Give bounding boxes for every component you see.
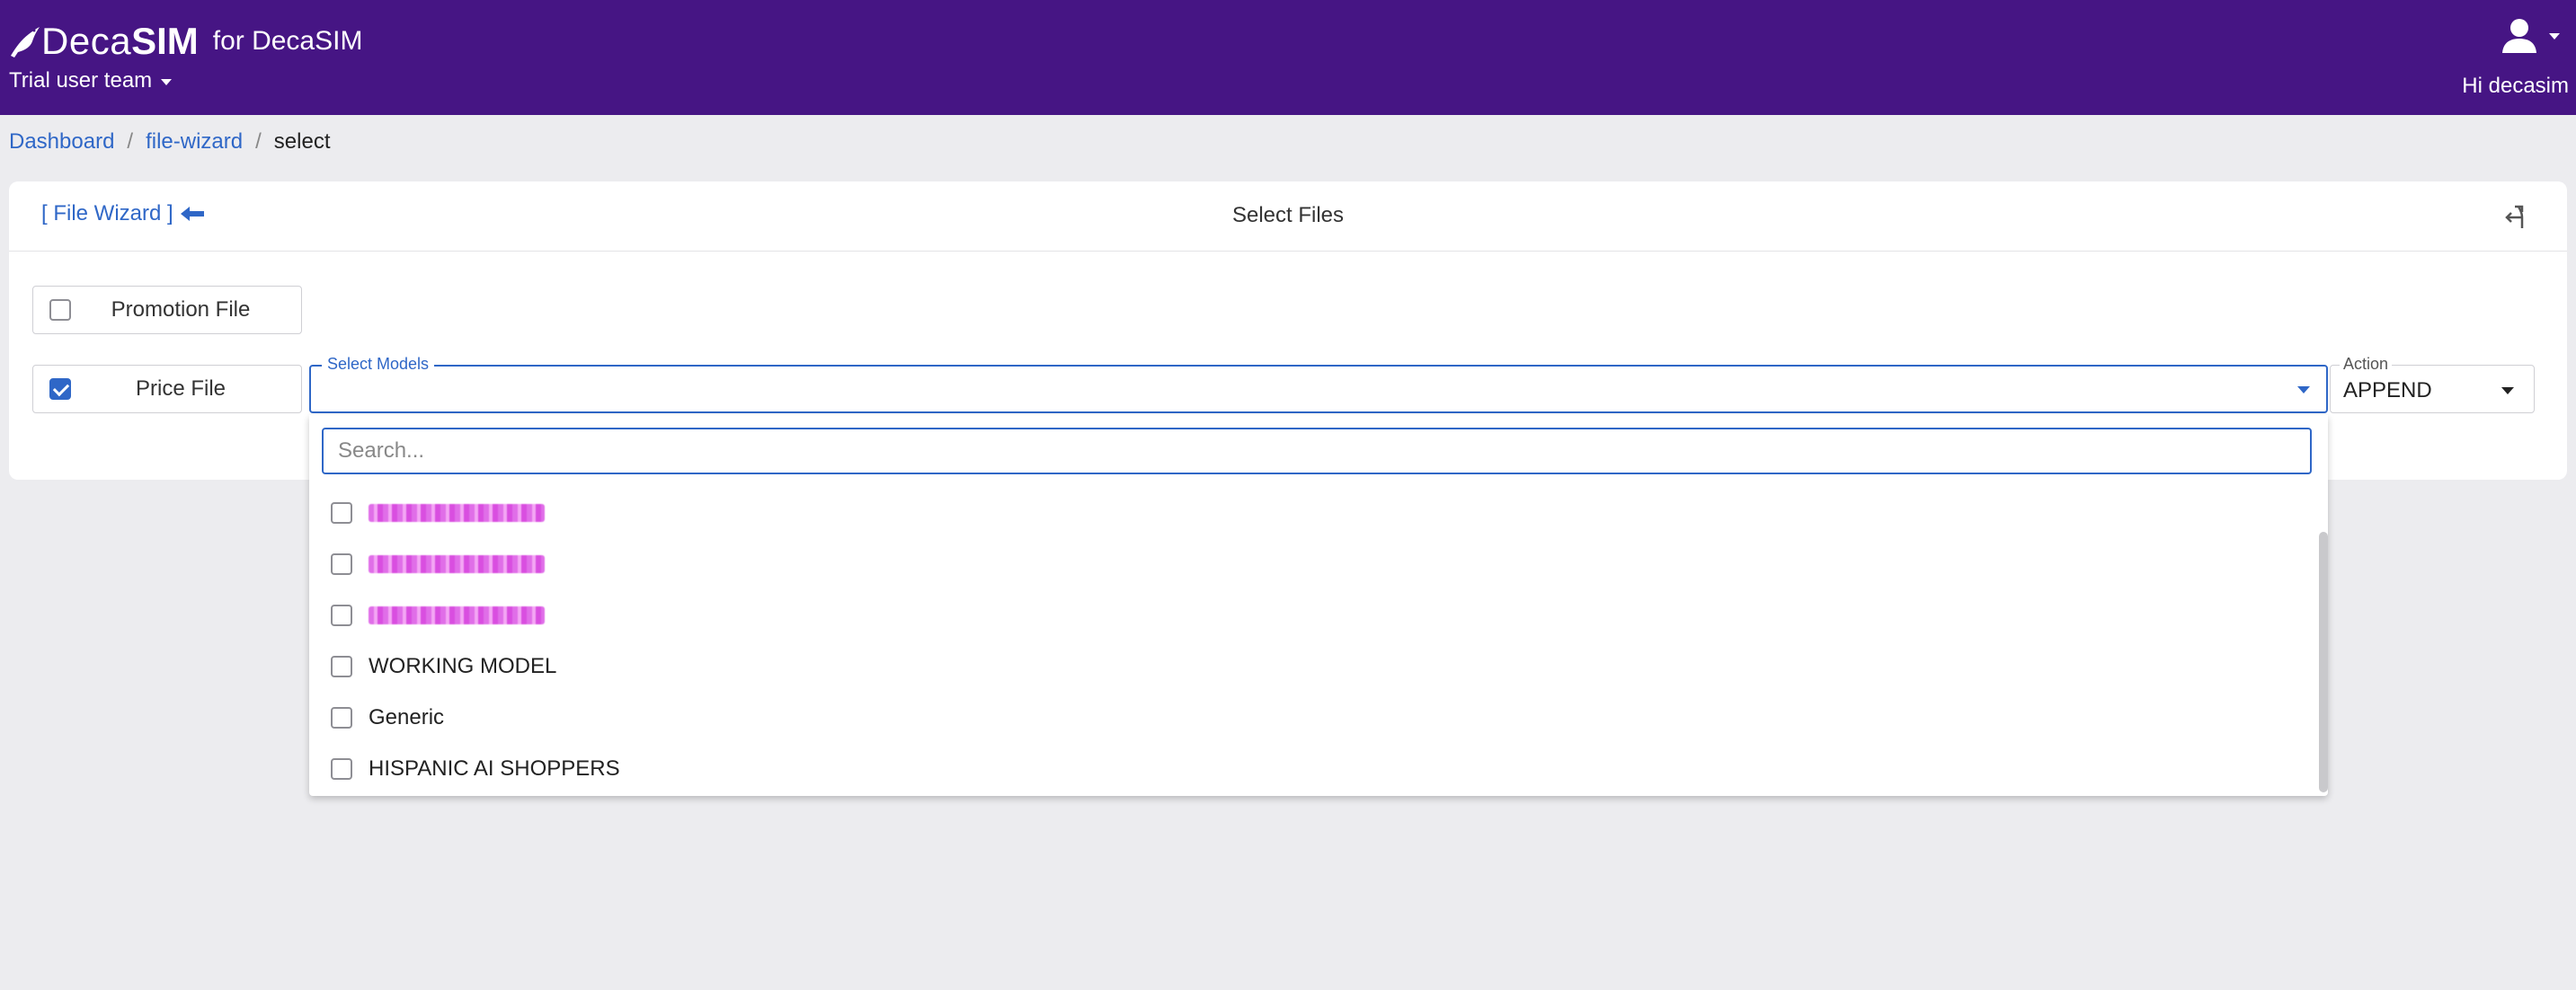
model-option-checkbox[interactable] [331,757,352,780]
redacted-model-name [369,503,545,522]
price-file-option[interactable]: Price File [32,365,302,413]
user-greeting: Hi decasim [2462,74,2569,98]
dropdown-scrollbar[interactable] [2319,532,2328,792]
price-file-label: Price File [135,376,227,401]
chevron-down-icon [161,78,173,85]
model-option[interactable] [309,538,2314,589]
breadcrumb-dashboard[interactable]: Dashboard [9,129,114,155]
select-models-legend: Select Models [322,355,435,374]
logo-deca-text: Deca [41,20,132,62]
model-option-checkbox[interactable] [331,706,352,729]
page-title: Select Files [1231,203,1345,227]
model-option-checkbox[interactable] [331,604,352,626]
top-navbar: Deca SIM for DecaSIM Trial user team Hi d… [0,0,2576,115]
chevron-down-icon [2297,386,2310,393]
exit-icon[interactable] [2504,203,2531,230]
model-option[interactable] [309,487,2314,538]
breadcrumb-current: select [273,129,331,154]
breadcrumb-file-wizard[interactable]: file-wizard [146,129,243,155]
card-header: [ File Wizard ] Select Files [9,181,2567,252]
redacted-model-name [369,605,545,624]
models-search-input[interactable] [322,428,2312,474]
app-logo[interactable]: Deca SIM for DecaSIM [9,18,362,65]
model-option-checkbox[interactable] [331,552,352,575]
breadcrumb-separator: / [255,129,262,154]
user-menu[interactable] [2500,16,2560,54]
action-select[interactable]: Action APPEND [2330,355,2535,413]
promotion-file-option[interactable]: Promotion File [32,286,302,334]
promotion-file-label: Promotion File [111,297,251,322]
bird-logo-icon [11,27,40,57]
logo-sim-text: SIM [131,20,199,62]
model-option-checkbox[interactable] [331,501,352,524]
breadcrumb: Dashboard / file-wizard / select [9,129,331,155]
logo-for-text: for DecaSIM [212,26,363,56]
model-option[interactable] [309,589,2314,641]
action-legend: Action [2340,355,2393,374]
model-option-checkbox[interactable] [331,655,352,677]
redacted-model-name [369,554,545,573]
model-option-label: WORKING MODEL [369,653,557,678]
model-option-label: Generic [369,704,445,729]
models-option-list: WORKING MODEL Generic HISPANIC AI SHOPPE… [309,487,2314,794]
promotion-file-checkbox[interactable] [49,299,71,321]
chevron-down-icon [2549,32,2560,40]
team-dropdown[interactable]: Trial user team [9,68,173,93]
action-value: APPEND [2343,378,2432,402]
model-option-generic[interactable]: Generic [309,692,2314,743]
chevron-down-icon [2501,387,2514,394]
models-dropdown-panel: WORKING MODEL Generic HISPANIC AI SHOPPE… [309,415,2328,796]
model-option-working-model[interactable]: WORKING MODEL [309,641,2314,692]
team-label: Trial user team [9,68,153,93]
breadcrumb-separator: / [127,129,134,154]
model-option-hispanic-ai-shoppers[interactable]: HISPANIC AI SHOPPERS [309,743,2314,794]
user-icon [2502,19,2536,53]
model-option-label: HISPANIC AI SHOPPERS [369,756,620,781]
select-models-dropdown[interactable]: Select Models [309,355,2328,413]
price-file-checkbox[interactable] [49,378,71,400]
